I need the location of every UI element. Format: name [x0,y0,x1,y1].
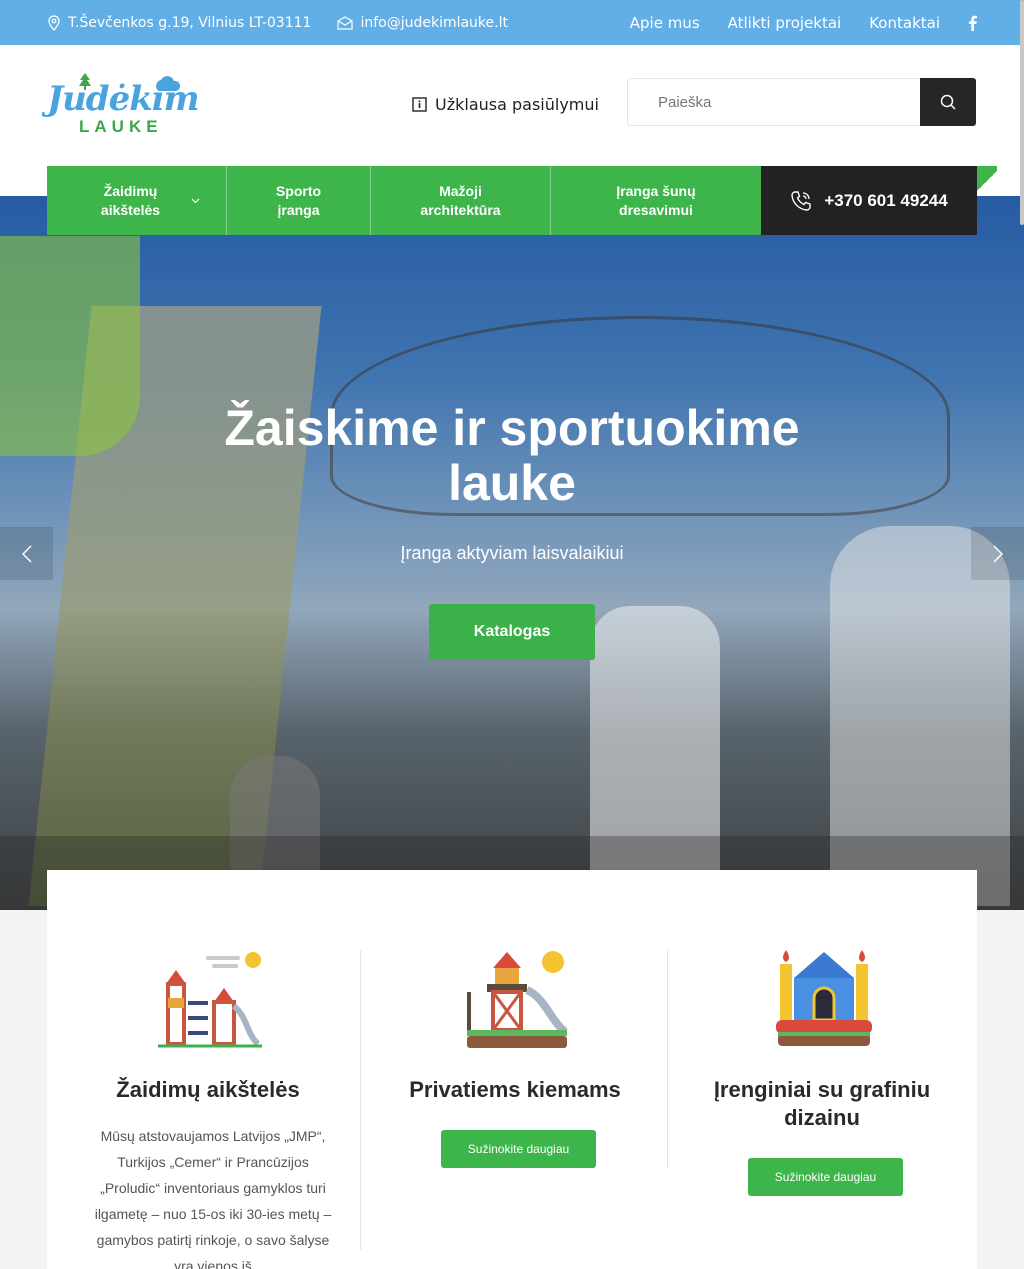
learn-more-button[interactable]: Sužinokite daugiau [441,1130,596,1168]
info-icon [412,97,427,112]
inquiry-label: Užklausa pasiūlymui [435,95,599,114]
feature-playgrounds: Žaidimų aikštelės Mūsų atstovaujamos Lat… [53,870,363,1269]
nav-item-label: architektūra [420,201,501,218]
envelope-icon [337,15,354,30]
location-pin-icon [48,14,60,31]
chevron-right-icon [992,544,1003,563]
feature-private-yards: Privatiems kiemams Sužinokite daugiau [360,870,670,1269]
facebook-icon[interactable] [968,15,977,31]
hero-title: Žaiskime ir sportuokime lauke [224,400,800,511]
address: T.Ševčenkos g.19, Vilnius LT-03111 [47,15,311,31]
feature-title: Įrenginiai su grafiniu dizainu [713,1077,931,1130]
chevron-down-icon [191,198,200,204]
phone-button[interactable]: +370 601 49244 [761,166,977,235]
link-apie-mus[interactable]: Apie mus [630,14,700,32]
phone-number: +370 601 49244 [824,190,948,210]
nav-item-zaidimu-aiksteles[interactable]: Žaidimų aikštelės [47,166,227,235]
nav-item-iranga-sunu-dresavimui[interactable]: Įranga šunų dresavimui [551,166,761,235]
address-text: T.Ševčenkos g.19, Vilnius LT-03111 [68,14,312,31]
top-bar: T.Ševčenkos g.19, Vilnius LT-03111 info@… [0,0,1024,45]
scrollbar[interactable] [1020,0,1024,225]
nav-corner-accent [977,166,997,196]
search-icon [940,94,956,110]
search-box [627,78,976,126]
play-tower-icon [467,951,568,1048]
logo-sub: LAUKE [79,117,163,136]
link-atlikti-projektai[interactable]: Atlikti projektai [728,14,842,32]
nav-item-label: aikštelės [100,201,161,218]
feature-description: Mūsų atstovaujamos Latvijos „JMP“, Turki… [94,1128,332,1269]
logo-script: Judėkim [47,79,200,119]
search-input[interactable] [628,79,922,125]
playground-icon [158,952,262,1048]
feature-title: Žaidimų aikštelės [116,1077,300,1102]
hero-slider: Žaiskime ir sportuokime lauke Įranga akt… [0,196,1024,910]
feature-title: Privatiems kiemams [409,1077,621,1102]
search-button[interactable] [920,78,976,126]
features-card: Žaidimų aikštelės Mūsų atstovaujamos Lat… [47,870,977,1269]
logo[interactable]: Judėkim LAUKE [47,73,200,139]
slider-prev-button[interactable] [0,527,53,580]
chevron-left-icon [21,544,32,563]
nav-item-label: Įranga šunų [616,182,696,199]
feature-graphic-design: Įrenginiai su grafiniu dizainu Sužinokit… [667,870,977,1269]
catalog-button[interactable]: Katalogas [429,604,595,660]
hero-green-slide [0,236,140,456]
nav-item-label: Sporto [275,182,322,199]
nav-item-label: dresavimui [619,201,693,218]
learn-more-button[interactable]: Sužinokite daugiau [748,1158,903,1196]
nav-item-label: įranga [277,201,320,218]
bouncy-castle-icon [776,950,872,1046]
main-nav: Žaidimų aikštelės Sporto įranga Mažoji a… [47,166,977,235]
email[interactable]: info@judekimlauke.lt [337,15,508,31]
link-kontaktai[interactable]: Kontaktai [869,14,940,32]
nav-item-sporto-iranga[interactable]: Sporto įranga [227,166,371,235]
hero-subtitle: Įranga aktyviam laisvalaikiui [400,543,624,563]
nav-item-mazoji-architektura[interactable]: Mažoji architektūra [371,166,551,235]
phone-icon [791,190,812,211]
email-link[interactable]: info@judekimlauke.lt [360,15,508,31]
slider-next-button[interactable] [971,527,1024,580]
nav-item-label: Mažoji [439,182,482,199]
inquiry-link[interactable]: Užklausa pasiūlymui [412,95,599,114]
nav-item-label: Žaidimų [103,182,158,199]
